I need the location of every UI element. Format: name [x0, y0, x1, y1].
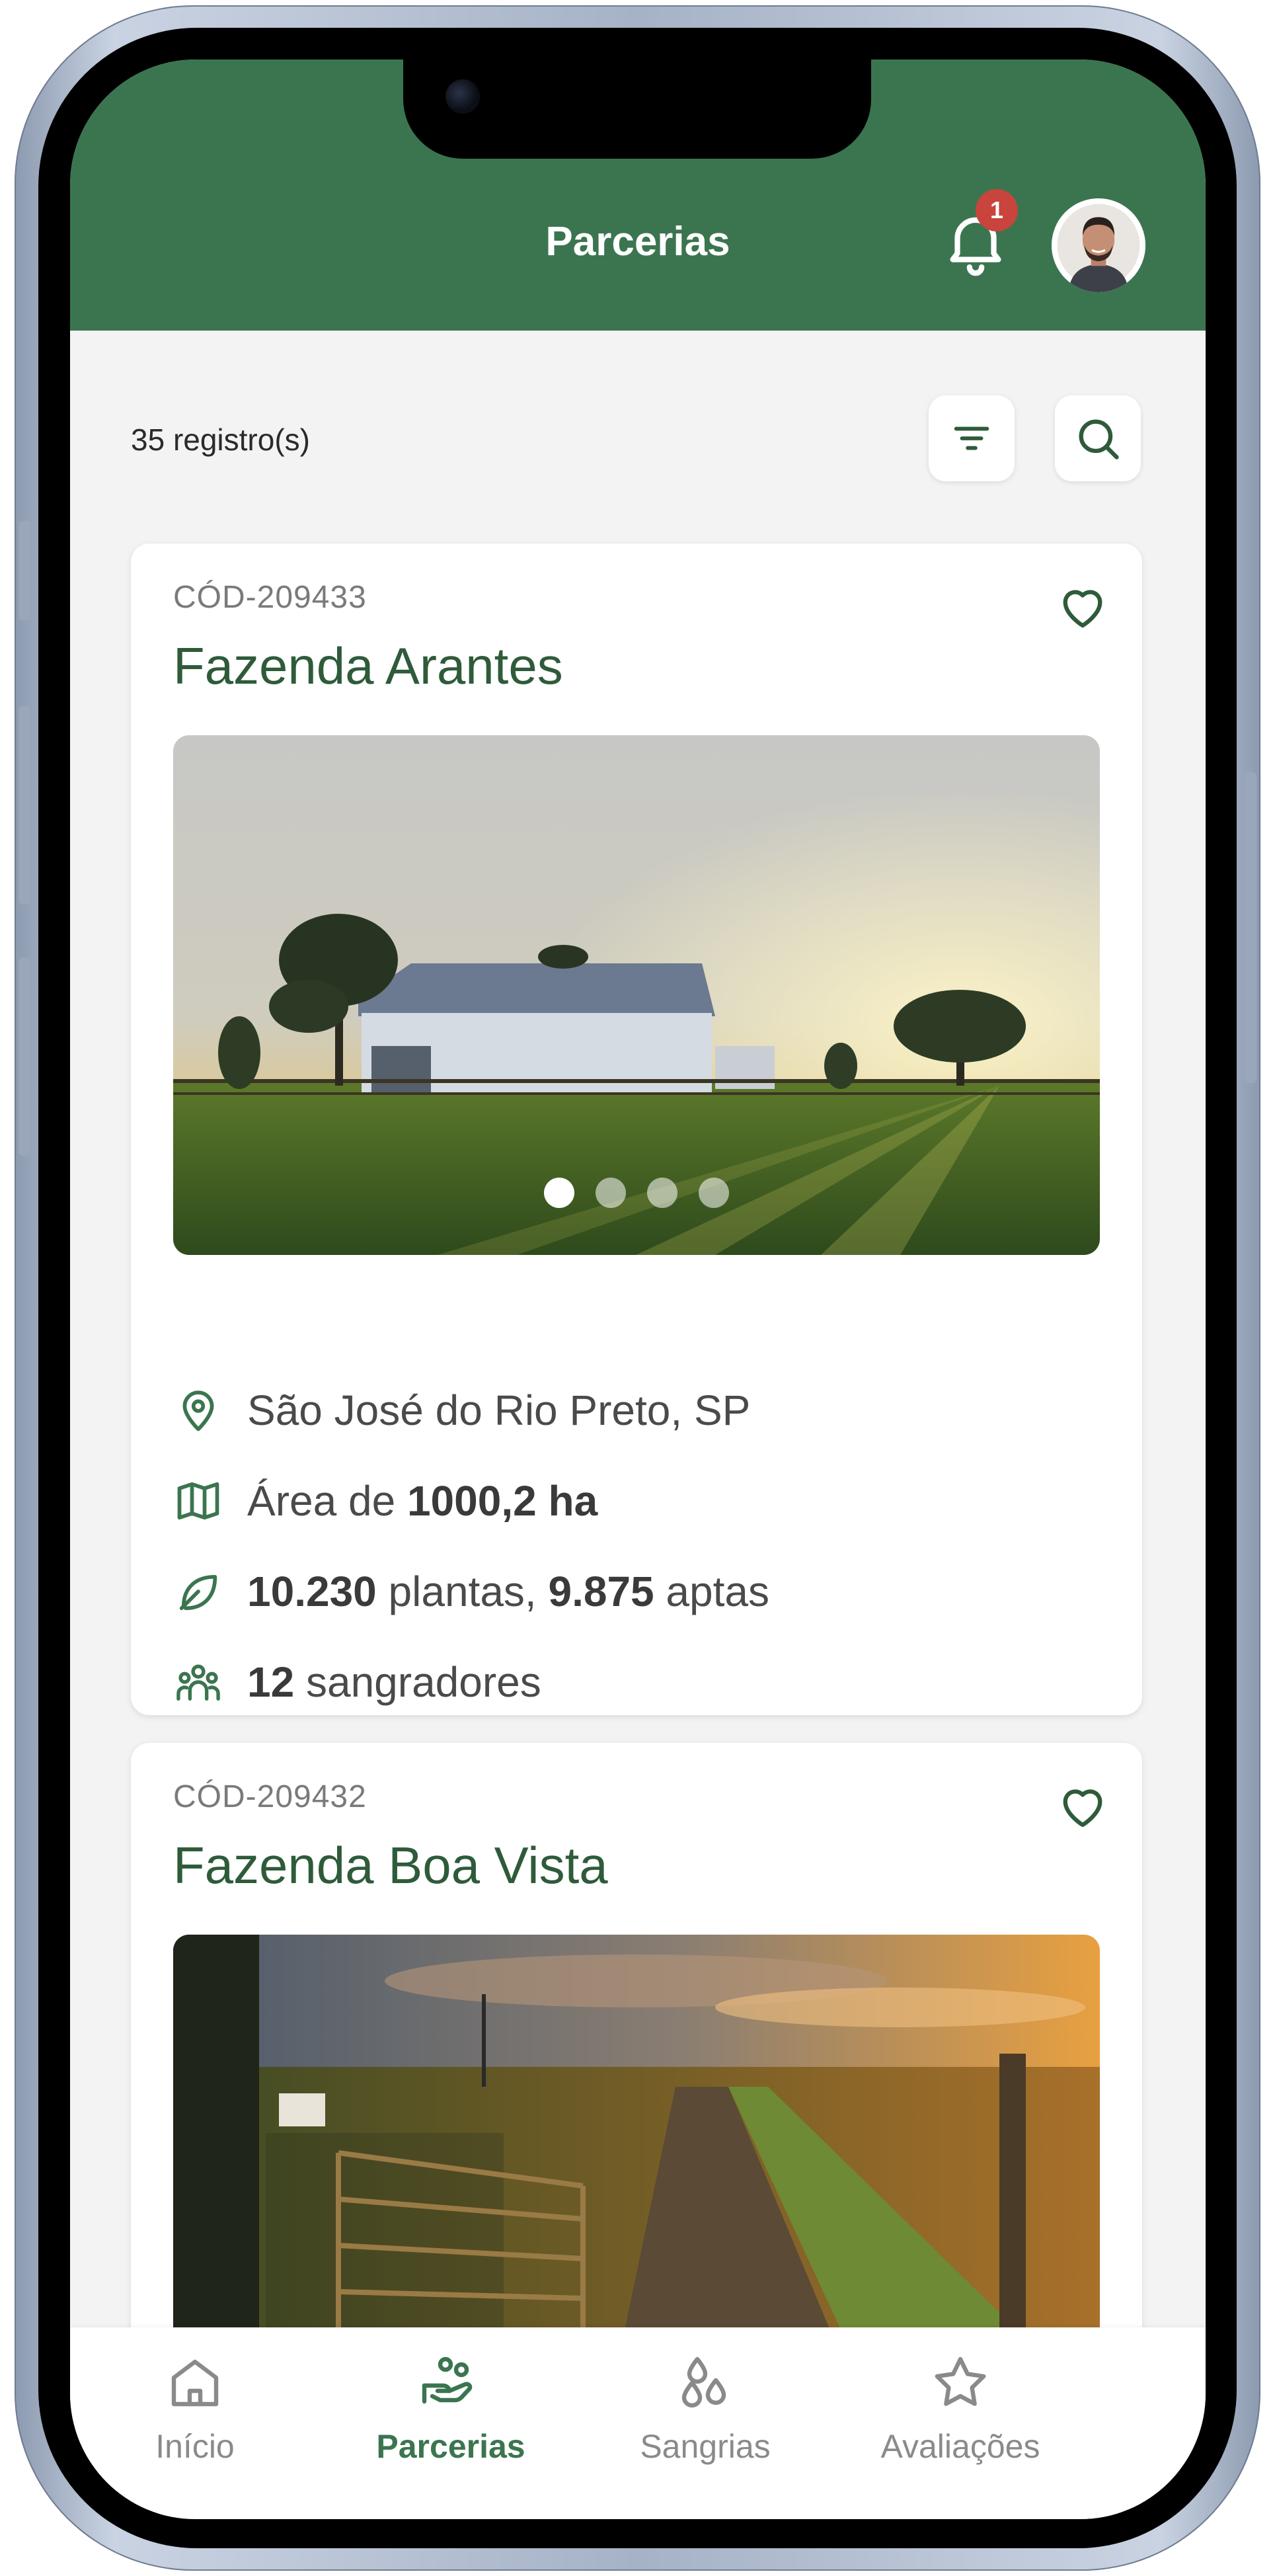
- farm-code: CÓD-209432: [173, 1779, 367, 1814]
- farm-title: Fazenda Boa Vista: [173, 1836, 608, 1894]
- farm-card[interactable]: CÓD-209433 Fazenda Arantes São José do R…: [131, 543, 1142, 1715]
- filter-button[interactable]: [929, 395, 1015, 481]
- apt-value: 9.875: [548, 1568, 654, 1615]
- carousel-dot-2[interactable]: [596, 1178, 626, 1208]
- filter-icon: [954, 426, 989, 450]
- tappers-row: 12 sangradores: [173, 1652, 541, 1712]
- avatar[interactable]: [1052, 198, 1145, 292]
- people-icon: [176, 1664, 220, 1701]
- volume-up-button: [19, 706, 30, 905]
- location-text: São José do Rio Preto, SP: [247, 1387, 751, 1434]
- apt-label: aptas: [654, 1568, 769, 1615]
- carousel-dot-3[interactable]: [647, 1178, 677, 1208]
- drops-icon: [681, 2356, 726, 2408]
- partnership-icon: [422, 2356, 473, 2404]
- farm-code: CÓD-209433: [173, 580, 367, 615]
- area-row: Área de 1000,2 ha: [173, 1471, 598, 1531]
- page-title: Parcerias: [545, 219, 730, 264]
- location-pin-icon: [182, 1390, 214, 1431]
- nav-item-inicio[interactable]: Início: [70, 2351, 321, 2466]
- search-button[interactable]: [1055, 395, 1141, 481]
- carousel-dot-1[interactable]: [544, 1178, 574, 1208]
- area-label: Área de: [247, 1477, 407, 1525]
- notification-badge: 1: [976, 189, 1018, 231]
- area-value: 1000,2 ha: [406, 1477, 598, 1525]
- carousel-indicators: [173, 1178, 1100, 1211]
- plants-label: plantas,: [376, 1568, 549, 1615]
- map-icon: [177, 1482, 219, 1520]
- tappers-value: 12: [247, 1658, 295, 1706]
- heart-icon[interactable]: [1055, 1779, 1110, 1834]
- nav-label: Início: [155, 2428, 235, 2465]
- farm-title: Fazenda Arantes: [173, 637, 563, 695]
- plants-value: 10.230: [247, 1568, 377, 1615]
- app-screen: Parcerias 1 35 registro(s) CÓD-209433 Fa…: [70, 60, 1206, 2519]
- carousel-dot-4[interactable]: [699, 1178, 729, 1208]
- nav-label: Sangrias: [640, 2428, 771, 2465]
- nav-label: Parcerias: [376, 2428, 525, 2465]
- nav-label: Avaliações: [880, 2428, 1040, 2465]
- leaf-icon: [179, 1574, 217, 1611]
- bottom-navigation: Início Parcerias Sangrias Avaliações: [70, 2327, 1206, 2519]
- nav-item-avaliacoes[interactable]: Avaliações: [835, 2351, 1086, 2466]
- plants-row: 10.230 plantas, 9.875 aptas: [173, 1562, 769, 1621]
- home-icon: [171, 2359, 219, 2407]
- mute-switch: [19, 521, 30, 620]
- nav-item-sangrias[interactable]: Sangrias: [580, 2351, 831, 2466]
- tappers-label: sangradores: [294, 1658, 541, 1706]
- heart-icon[interactable]: [1055, 579, 1110, 635]
- star-icon: [935, 2356, 986, 2406]
- record-count: 35 registro(s): [131, 423, 310, 457]
- location-row: São José do Rio Preto, SP: [173, 1381, 750, 1440]
- volume-down-button: [19, 957, 30, 1156]
- search-icon: [1079, 419, 1119, 460]
- front-camera: [445, 79, 480, 114]
- farm-photo-carousel[interactable]: [173, 735, 1100, 1255]
- user-photo: [1052, 198, 1145, 292]
- power-button: [1245, 772, 1256, 1083]
- nav-item-parcerias[interactable]: Parcerias: [325, 2351, 576, 2466]
